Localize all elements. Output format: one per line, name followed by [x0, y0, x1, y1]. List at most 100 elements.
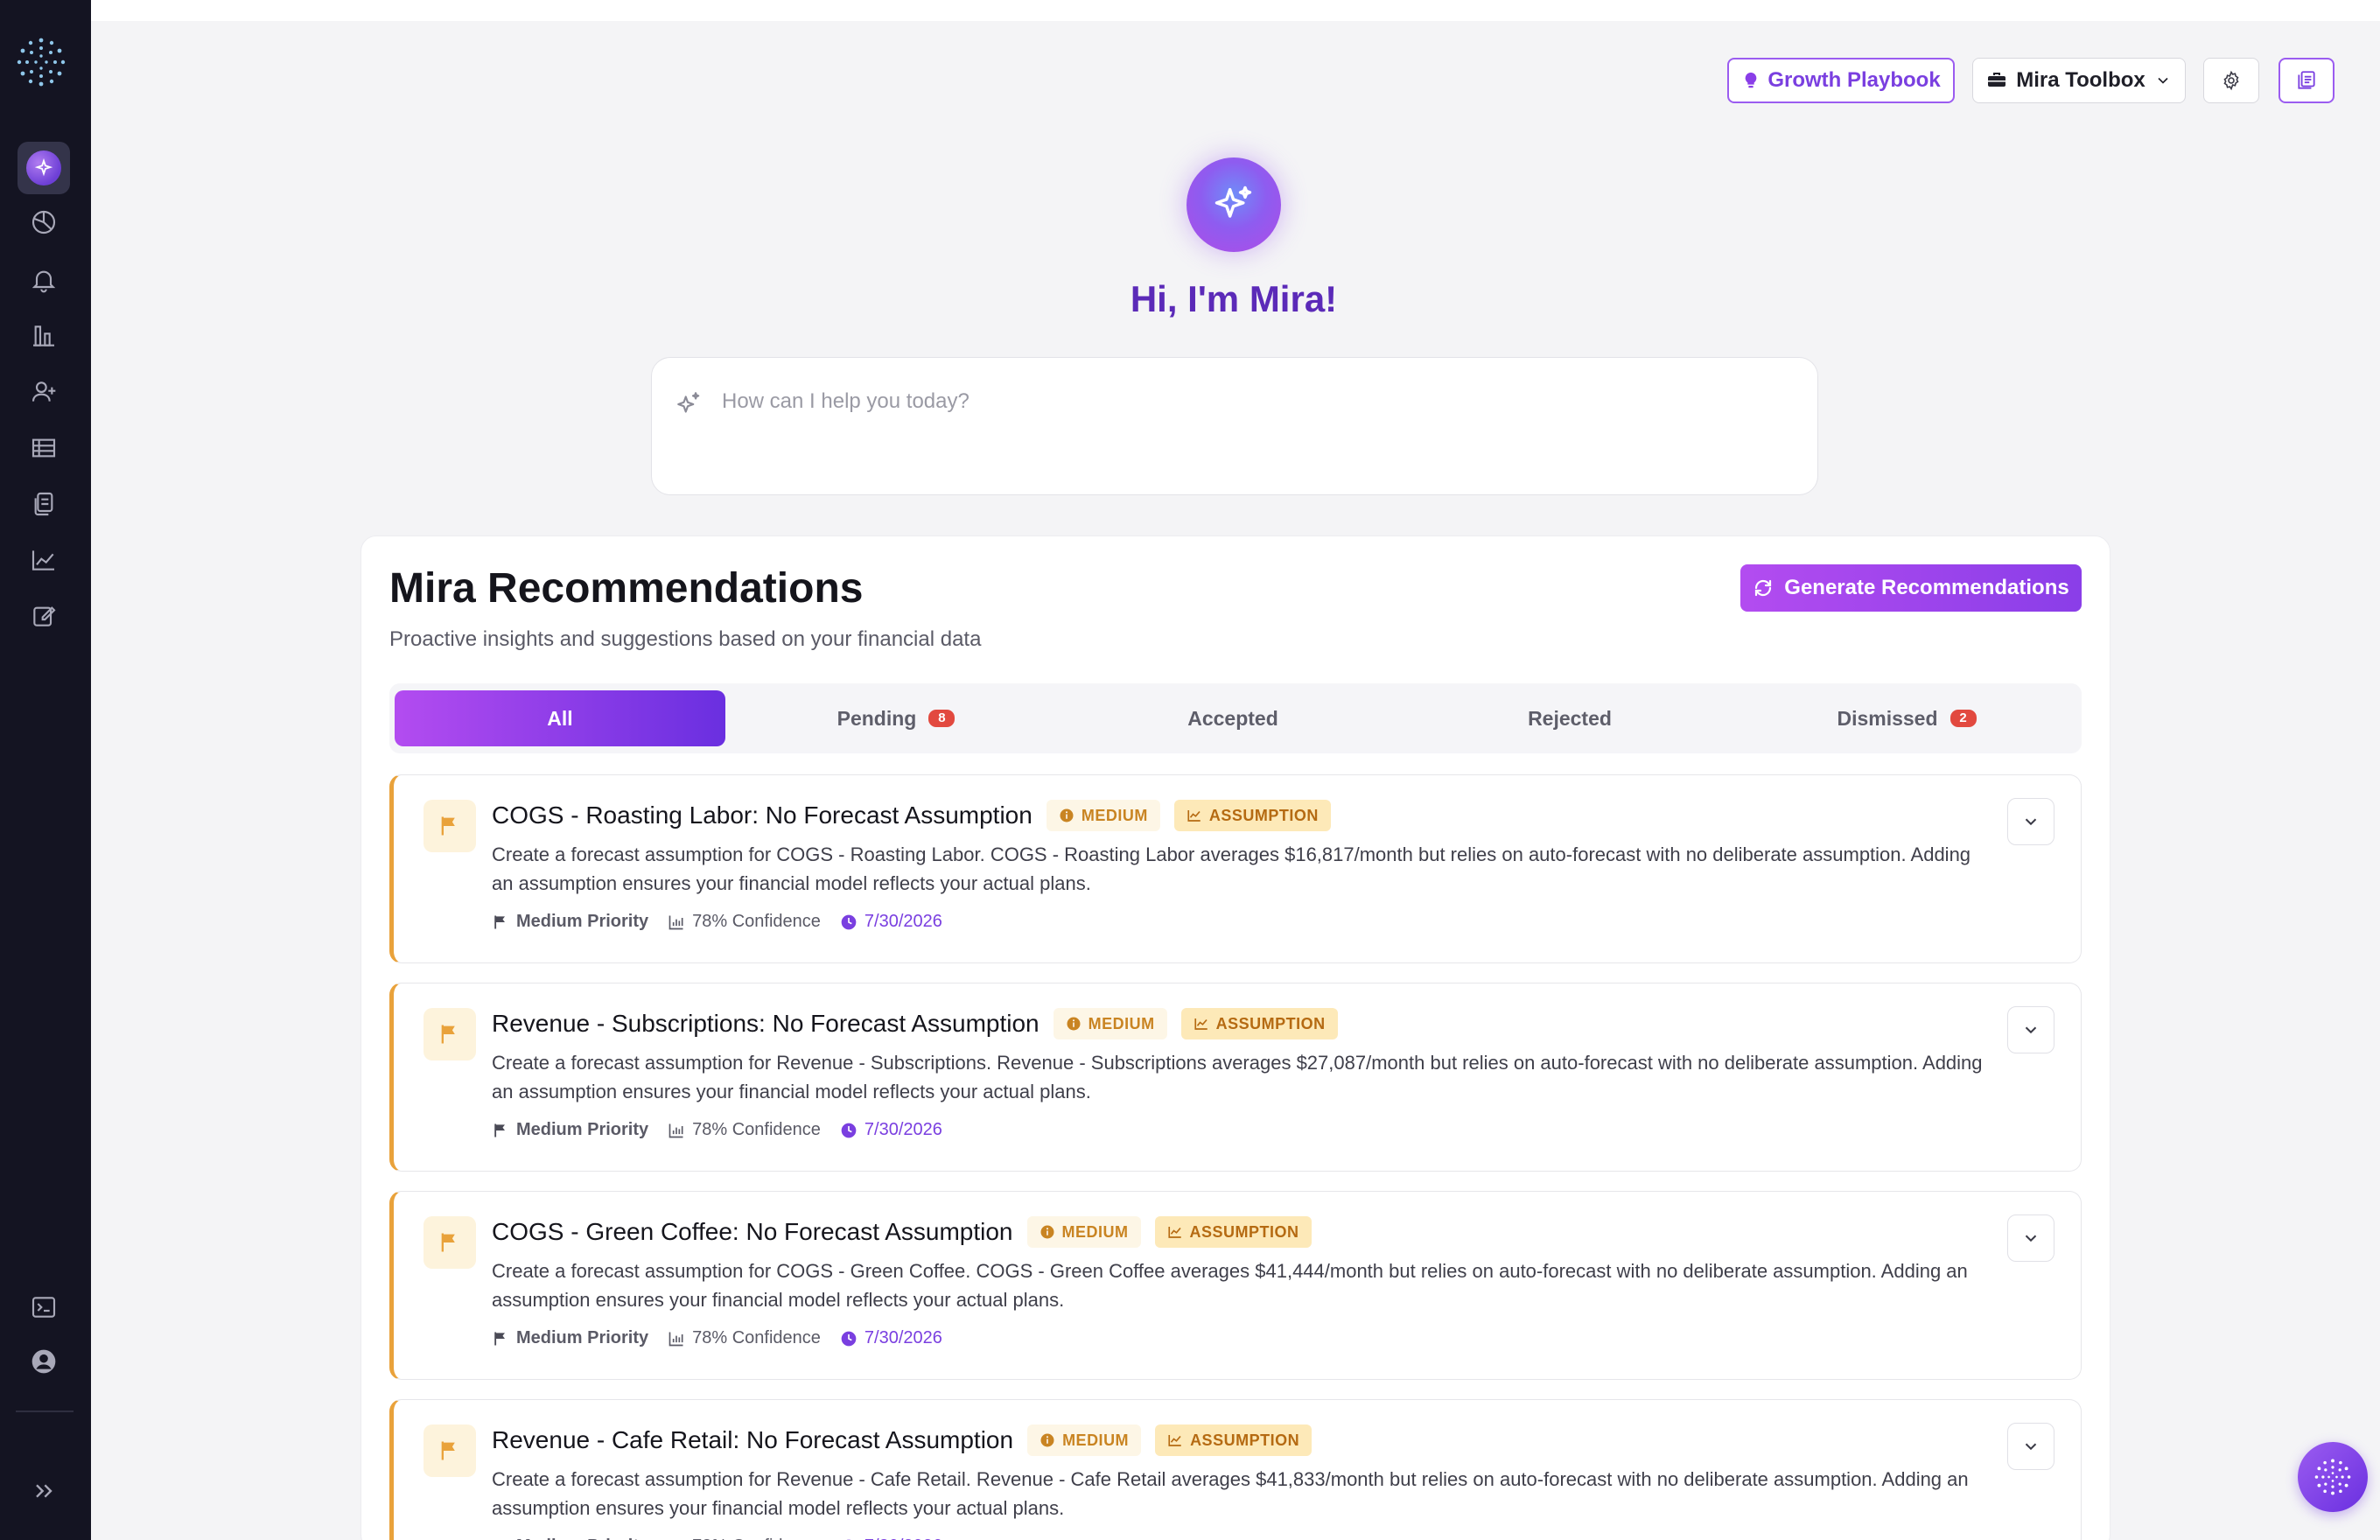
flag-icon	[494, 915, 505, 928]
refresh-icon	[1755, 579, 1772, 597]
card-title: Revenue - Subscriptions: No Forecast Ass…	[492, 1010, 1040, 1037]
growth-playbook-label: Growth Playbook	[1768, 68, 1941, 92]
line-chart-icon	[1187, 810, 1200, 822]
flag-badge	[424, 1424, 476, 1477]
generate-recommendations-button[interactable]: Generate Recommendations	[1740, 564, 2082, 612]
tab-dismissed[interactable]: Dismissed 2	[1741, 690, 2072, 746]
notes-icon	[2298, 71, 2315, 89]
tab-accepted[interactable]: Accepted	[1068, 690, 1398, 746]
dismissed-count-badge: 2	[1950, 710, 1977, 727]
lightbulb-icon	[1745, 72, 1757, 88]
flag-icon	[494, 1124, 505, 1137]
bar-chart-icon	[668, 1124, 683, 1138]
mira-avatar	[1186, 158, 1281, 252]
sidebar-item-tables[interactable]	[18, 422, 70, 474]
date-meta: 7/30/2026	[840, 1536, 942, 1540]
line-chart-icon	[32, 550, 54, 570]
sidebar-item-documents[interactable]	[18, 478, 70, 530]
sidebar-item-alerts[interactable]	[18, 254, 70, 306]
card-meta: Medium Priority 78% Confidence 7/30/2026	[492, 1536, 942, 1540]
mira-logo-icon	[2314, 1459, 2351, 1495]
card-title: Revenue - Cafe Retail: No Forecast Assum…	[492, 1426, 1014, 1453]
recommendation-card[interactable]: COGS - Roasting Labor: No Forecast Assum…	[389, 774, 2082, 963]
confidence-meta: 78% Confidence	[668, 1328, 821, 1348]
recommendation-card[interactable]: Revenue - Cafe Retail: No Forecast Assum…	[389, 1399, 2082, 1540]
card-header: COGS - Green Coffee: No Forecast Assumpt…	[492, 1214, 1312, 1250]
user-avatar-icon	[32, 1349, 56, 1374]
date-label: 7/30/2026	[864, 1120, 942, 1139]
card-meta: Medium Priority 78% Confidence 7/30/2026	[492, 912, 942, 932]
confidence-label: 78% Confidence	[692, 1536, 821, 1540]
date-label: 7/30/2026	[864, 1328, 942, 1348]
card-title: COGS - Green Coffee: No Forecast Assumpt…	[492, 1218, 1013, 1245]
priority-label: Medium Priority	[516, 1120, 649, 1139]
severity-label: MEDIUM	[1081, 806, 1148, 824]
expand-card-button[interactable]	[2007, 1214, 2054, 1262]
info-icon	[1060, 808, 1074, 822]
chevron-down-icon	[2158, 77, 2168, 84]
expand-card-button[interactable]	[2007, 1006, 2054, 1054]
documents-icon	[34, 492, 53, 516]
severity-label: MEDIUM	[1088, 1014, 1155, 1032]
expand-sidebar-button[interactable]	[18, 1465, 70, 1517]
category-label: ASSUMPTION	[1189, 1222, 1299, 1241]
expand-card-button[interactable]	[2007, 1423, 2054, 1470]
expand-card-button[interactable]	[2007, 798, 2054, 845]
chevron-down-icon	[2025, 1026, 2037, 1034]
sidebar-item-profile[interactable]	[18, 1335, 70, 1388]
settings-button[interactable]	[2203, 58, 2259, 103]
sidebar-item-dashboard[interactable]	[18, 196, 70, 248]
priority-label: Medium Priority	[516, 1536, 648, 1540]
flag-icon	[441, 1441, 455, 1460]
sparkle-icon	[677, 392, 700, 413]
app-logo[interactable]	[14, 35, 68, 89]
sidebar-item-mira[interactable]	[18, 142, 70, 194]
sidebar-item-notes[interactable]	[18, 590, 70, 642]
tab-all[interactable]: All	[395, 690, 725, 746]
bar-chart-icon	[668, 915, 683, 929]
priority-meta: Medium Priority	[492, 1120, 648, 1140]
date-label: 7/30/2026	[864, 1536, 942, 1540]
sidebar-item-users[interactable]	[18, 366, 70, 418]
flag-icon	[441, 1233, 455, 1252]
info-icon	[1040, 1225, 1054, 1239]
growth-playbook-button[interactable]: Growth Playbook	[1727, 58, 1955, 103]
card-description: Create a forecast assumption for COGS - …	[492, 844, 1971, 894]
notes-panel-button[interactable]	[2278, 58, 2334, 103]
confidence-label: 78% Confidence	[692, 1328, 821, 1348]
card-header: Revenue - Cafe Retail: No Forecast Assum…	[492, 1423, 1312, 1458]
tab-label: Accepted	[1187, 706, 1278, 730]
sidebar-item-terminal[interactable]	[18, 1281, 70, 1334]
mira-assistant-fab[interactable]	[2298, 1442, 2368, 1512]
recommendation-card[interactable]: COGS - Green Coffee: No Forecast Assumpt…	[389, 1191, 2082, 1380]
tab-label: Rejected	[1528, 706, 1612, 730]
priority-label: Medium Priority	[516, 1328, 649, 1348]
bell-icon	[32, 270, 56, 293]
severity-pill: MEDIUM	[1026, 1216, 1141, 1248]
severity-pill: MEDIUM	[1046, 800, 1160, 831]
recommendations-panel: Mira Recommendations Proactive insights …	[360, 536, 2110, 1540]
chat-input[interactable]	[722, 384, 1772, 419]
flag-badge	[424, 1008, 476, 1060]
sidebar-item-analytics[interactable]	[18, 534, 70, 586]
mira-toolbox-dropdown[interactable]: Mira Toolbox	[1972, 58, 2186, 103]
recommendations-subtitle: Proactive insights and suggestions based…	[389, 627, 982, 651]
severity-pill: MEDIUM	[1053, 1008, 1167, 1040]
line-chart-icon	[1167, 1227, 1181, 1238]
card-meta: Medium Priority 78% Confidence 7/30/2026	[492, 1120, 942, 1140]
date-meta: 7/30/2026	[840, 912, 942, 932]
table-icon	[32, 438, 56, 458]
severity-label: MEDIUM	[1061, 1222, 1129, 1241]
sidebar-item-reports[interactable]	[18, 310, 70, 362]
tab-rejected[interactable]: Rejected	[1404, 690, 1735, 746]
flag-badge	[424, 800, 476, 852]
confidence-label: 78% Confidence	[692, 1120, 821, 1139]
card-meta: Medium Priority 78% Confidence 7/30/2026	[492, 1328, 942, 1348]
recommendations-title: Mira Recommendations	[389, 565, 864, 612]
chat-input-box[interactable]	[651, 357, 1818, 495]
pending-count-badge: 8	[928, 710, 956, 727]
date-meta: 7/30/2026	[840, 1120, 942, 1140]
priority-meta: Medium Priority	[492, 1328, 648, 1348]
recommendation-card[interactable]: Revenue - Subscriptions: No Forecast Ass…	[389, 983, 2082, 1172]
tab-pending[interactable]: Pending 8	[731, 690, 1061, 746]
